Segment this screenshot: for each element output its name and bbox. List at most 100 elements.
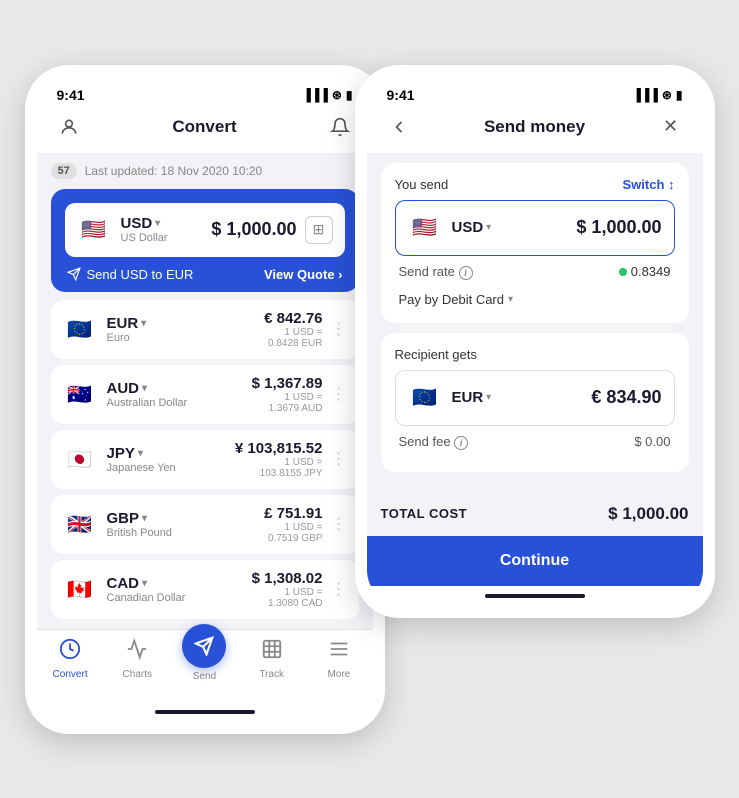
usd-code[interactable]: USD ▾	[121, 215, 168, 232]
close-icon[interactable]: ✕	[657, 113, 685, 141]
switch-button[interactable]: Switch ↕	[622, 177, 674, 192]
send-fab-button[interactable]	[182, 624, 226, 668]
more-dots-icon[interactable]: ⋮	[331, 319, 347, 339]
currency-list: 🇪🇺 EUR ▾ Euro € 842.76	[51, 300, 359, 619]
fee-info-icon[interactable]: i	[454, 436, 468, 450]
more-dots-icon[interactable]: ⋮	[331, 579, 347, 599]
gbp-flag: 🇬🇧	[63, 507, 97, 541]
screen-content: 57 Last updated: 18 Nov 2020 10:20 🇺🇸 US…	[37, 153, 373, 629]
total-cost-label: TOTAL COST	[381, 506, 468, 521]
tab-convert[interactable]: Convert	[43, 638, 98, 682]
pay-by-row[interactable]: Pay by Debit Card ▾	[395, 288, 675, 309]
currency-left: 🇺🇸 USD ▾ US Dollar	[77, 213, 168, 247]
aud-amount: $ 1,367.89	[252, 375, 323, 392]
aud-left: 🇦🇺 AUD ▾ Australian Dollar	[63, 377, 188, 411]
send-header: Send money ✕	[367, 107, 703, 153]
jpy-left: 🇯🇵 JPY ▾ Japanese Yen	[63, 442, 176, 476]
gbp-rate: £ 751.91 1 USD = 0.7519 GBP	[264, 505, 322, 544]
view-quote-btn[interactable]: View Quote ›	[264, 267, 343, 282]
chevron-down-icon: ▾	[155, 218, 160, 229]
gbp-amount: £ 751.91	[264, 505, 322, 522]
info-icon[interactable]: i	[459, 266, 473, 280]
status-bar: 9:41 ▐▐▐ ⊛ ▮	[37, 77, 373, 107]
eur-rate-text: 1 USD = 0.8428 EUR	[264, 327, 322, 349]
list-item[interactable]: 🇨🇦 CAD ▾ Canadian Dollar	[51, 560, 359, 619]
back-icon[interactable]	[385, 113, 413, 141]
eur-left: 🇪🇺 EUR ▾ Euro	[63, 312, 147, 346]
status-icons: ▐▐▐ ⊛ ▮	[302, 88, 352, 102]
send-usd-eur[interactable]: Send USD to EUR	[67, 267, 194, 282]
user-icon[interactable]	[55, 113, 83, 141]
chevron-icon: ▾	[141, 318, 146, 329]
eur-rate: € 842.76 1 USD = 0.8428 EUR	[264, 310, 322, 349]
you-send-card: You send Switch ↕ 🇺🇸 USD ▾	[381, 163, 689, 323]
chevron-icon: ▾	[142, 578, 147, 589]
aud-info: AUD ▾ Australian Dollar	[107, 380, 188, 409]
phone-send-money: 9:41 ▐▐▐ ⊛ ▮ Send money ✕	[355, 65, 715, 618]
gbp-left: 🇬🇧 GBP ▾ British Pound	[63, 507, 172, 541]
track-icon	[261, 638, 283, 666]
cad-right: $ 1,308.02 1 USD = 1.3080 CAD ⋮	[252, 570, 347, 609]
to-currency-row[interactable]: 🇪🇺 EUR ▾ € 834.90	[395, 370, 675, 426]
aud-name: Australian Dollar	[107, 397, 188, 409]
jpy-flag: 🇯🇵	[63, 442, 97, 476]
send-page-title: Send money	[484, 117, 585, 137]
to-chevron-icon: ▾	[486, 392, 491, 403]
more-dots-icon[interactable]: ⋮	[331, 449, 347, 469]
tab-track[interactable]: Track	[244, 638, 299, 682]
calculator-icon[interactable]: ⊞	[305, 216, 333, 244]
from-currency-row[interactable]: 🇺🇸 USD ▾ $ 1,000.00	[395, 200, 675, 256]
jpy-info: JPY ▾ Japanese Yen	[107, 445, 176, 474]
aud-code: AUD ▾	[107, 380, 188, 397]
convert-tab-label: Convert	[53, 669, 88, 680]
phone-convert: 9:41 ▐▐▐ ⊛ ▮ Convert	[25, 65, 385, 734]
update-bar: 57 Last updated: 18 Nov 2020 10:20	[51, 163, 359, 179]
send-fee-value: $ 0.00	[634, 434, 670, 449]
update-badge: 57	[51, 163, 77, 179]
from-amount: $ 1,000.00	[576, 217, 661, 238]
wifi-icon: ⊛	[332, 88, 342, 102]
chevron-icon: ▾	[142, 513, 147, 524]
continue-button[interactable]: Continue	[367, 536, 703, 586]
recipient-gets-card: Recipient gets 🇪🇺 EUR ▾ € 834.90	[381, 333, 689, 472]
list-item[interactable]: 🇯🇵 JPY ▾ Japanese Yen ¥ 1	[51, 430, 359, 489]
send-rate-row: Send rate i 0.8349	[395, 256, 675, 288]
status-time: 9:41	[57, 87, 85, 103]
list-item[interactable]: 🇦🇺 AUD ▾ Australian Dollar	[51, 365, 359, 424]
more-menu-icon	[328, 638, 350, 666]
aud-right: $ 1,367.89 1 USD = 1.3679 AUD ⋮	[252, 375, 347, 414]
eur-amount: € 842.76	[264, 310, 322, 327]
total-cost-amount: $ 1,000.00	[608, 504, 688, 524]
eur-code: EUR ▾	[107, 315, 147, 332]
usd-info: USD ▾ US Dollar	[121, 215, 168, 244]
cad-name: Canadian Dollar	[107, 592, 186, 604]
to-currency-code: EUR	[452, 389, 484, 406]
from-currency-selector[interactable]: USD ▾	[452, 219, 492, 236]
from-currency-left: 🇺🇸 USD ▾	[408, 211, 492, 245]
jpy-right: ¥ 103,815.52 1 USD = 103.8155 JPY ⋮	[235, 440, 347, 479]
to-currency-selector[interactable]: EUR ▾	[452, 389, 492, 406]
battery-icon-2: ▮	[676, 88, 683, 102]
tab-charts[interactable]: Charts	[110, 638, 165, 682]
aud-rate: $ 1,367.89 1 USD = 1.3679 AUD	[252, 375, 323, 414]
list-item[interactable]: 🇬🇧 GBP ▾ British Pound £	[51, 495, 359, 554]
pay-by-chevron-icon: ▾	[508, 294, 513, 305]
more-dots-icon[interactable]: ⋮	[331, 514, 347, 534]
cad-rate-text: 1 USD = 1.3080 CAD	[252, 587, 323, 609]
list-item[interactable]: 🇪🇺 EUR ▾ Euro € 842.76	[51, 300, 359, 359]
you-send-header: You send Switch ↕	[395, 177, 675, 192]
send-tab-label: Send	[193, 671, 216, 682]
page-title: Convert	[172, 117, 236, 137]
jpy-amount: ¥ 103,815.52	[235, 440, 323, 457]
tab-send[interactable]: Send	[177, 638, 232, 682]
from-flag: 🇺🇸	[408, 211, 442, 245]
gbp-code: GBP ▾	[107, 510, 172, 527]
bell-icon[interactable]	[326, 113, 354, 141]
send-screen-content: You send Switch ↕ 🇺🇸 USD ▾	[367, 153, 703, 492]
usd-flag: 🇺🇸	[77, 213, 111, 247]
tab-more[interactable]: More	[311, 638, 366, 682]
home-bar-2	[485, 594, 585, 598]
signal-icon-2: ▐▐▐	[632, 88, 658, 102]
more-dots-icon[interactable]: ⋮	[331, 384, 347, 404]
cad-amount: $ 1,308.02	[252, 570, 323, 587]
